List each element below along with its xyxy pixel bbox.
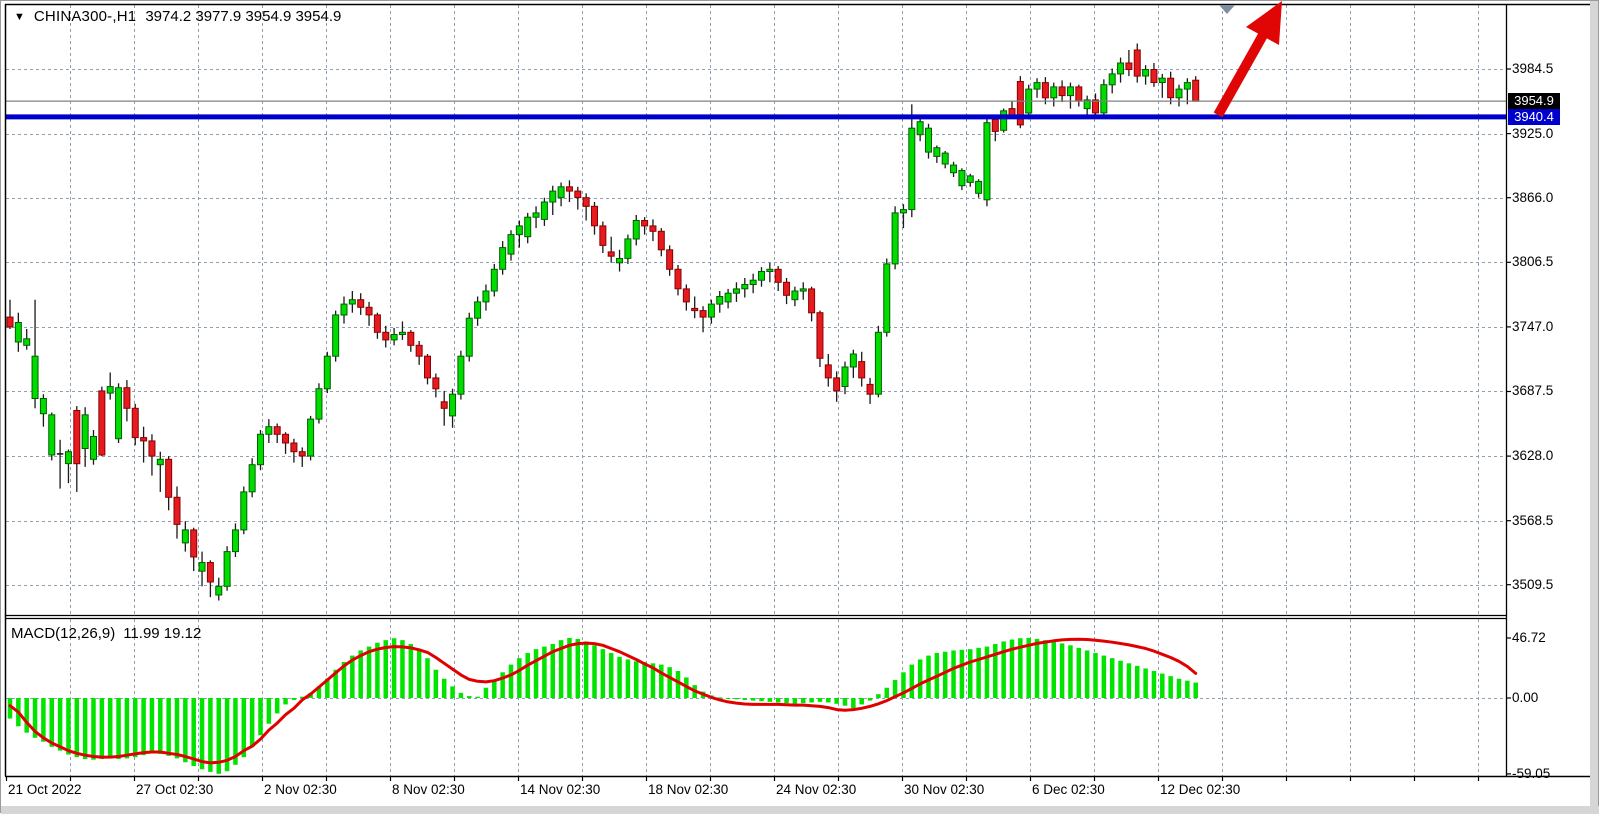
time-axis-label: 2 Nov 02:30 — [264, 782, 337, 797]
price-axis-label: 3509.5 — [1512, 577, 1553, 592]
price-axis-label: 3806.5 — [1512, 254, 1553, 269]
macd-axis-label: 46.72 — [1512, 630, 1546, 645]
down-triangle-marker[interactable] — [1219, 5, 1235, 14]
time-axis-label: 24 Nov 02:30 — [776, 782, 856, 797]
time-axis-label: 12 Dec 02:30 — [1160, 782, 1240, 797]
trend-arrow-shaft[interactable] — [1218, 35, 1263, 115]
macd-indicator-label: MACD(12,26,9) 11.99 19.12 — [11, 625, 201, 642]
ohlc-values: 3974.2 3977.9 3954.9 3954.9 — [145, 8, 341, 25]
price-axis-label: 3747.0 — [1512, 319, 1553, 334]
time-axis-label: 18 Nov 02:30 — [648, 782, 728, 797]
price-axis-label: 3628.0 — [1512, 448, 1553, 463]
macd-axis-label: 0.00 — [1512, 690, 1538, 705]
macd-name: MACD(12,26,9) — [11, 625, 115, 642]
price-axis-label: 3984.5 — [1512, 61, 1553, 76]
horizontal-line-price-badge: 3940.4 — [1508, 109, 1560, 125]
candles — [7, 44, 1199, 601]
chart-title: ▼ CHINA300-,H1 3974.2 3977.9 3954.9 3954… — [14, 8, 341, 25]
symbol-timeframe-label: CHINA300-,H1 — [34, 8, 136, 25]
window-right-edge — [1590, 1, 1598, 814]
time-axis-label: 6 Dec 02:30 — [1032, 782, 1105, 797]
macd-values: 11.99 19.12 — [123, 625, 201, 642]
chart-canvas[interactable] — [1, 1, 1599, 814]
price-axis-label: 3866.0 — [1512, 190, 1553, 205]
macd-axis-label: -59.05 — [1512, 766, 1550, 781]
price-axis-label: 3687.5 — [1512, 383, 1553, 398]
price-axis-label: 3568.5 — [1512, 513, 1553, 528]
mt4-chart-window: ▼ CHINA300-,H1 3974.2 3977.9 3954.9 3954… — [0, 0, 1599, 813]
time-axis-label: 30 Nov 02:30 — [904, 782, 984, 797]
time-axis-label: 8 Nov 02:30 — [392, 782, 465, 797]
time-axis-label: 21 Oct 2022 — [8, 782, 82, 797]
macd-histogram — [8, 638, 1198, 774]
price-axis-label: 3925.0 — [1512, 126, 1553, 141]
symbol-dropdown-icon[interactable]: ▼ — [14, 11, 25, 23]
current-price-badge: 3954.9 — [1508, 93, 1560, 109]
time-axis-label: 14 Nov 02:30 — [520, 782, 600, 797]
time-axis-label: 27 Oct 02:30 — [136, 782, 213, 797]
